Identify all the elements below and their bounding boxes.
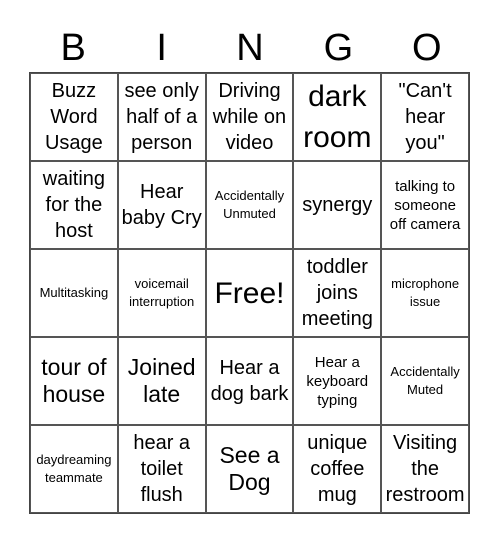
bingo-cell[interactable]: "Can't hear you" <box>381 73 469 161</box>
bingo-cell-label: waiting for the host <box>42 168 106 242</box>
bingo-cell[interactable]: tour of house <box>30 337 118 425</box>
bingo-cell[interactable]: talking to someone off camera <box>381 161 469 249</box>
bingo-cell[interactable]: toddler joins meeting <box>293 249 382 337</box>
bingo-cell[interactable]: Joined late <box>117 337 206 425</box>
bingo-cell-label: "Can't hear you" <box>398 80 452 154</box>
bingo-cell-label: Hear a dog bark <box>210 357 289 405</box>
bingo-grid: Buzz Word Usage see only half of a person… <box>29 72 470 514</box>
bingo-cell-label: daydreaming teammate <box>36 452 112 485</box>
bingo-cell-label: unique coffee mug <box>307 432 368 506</box>
bingo-cell[interactable]: See a Dog <box>205 425 294 513</box>
bingo-cell-label: Hear baby Cry <box>121 181 202 229</box>
bingo-cell[interactable]: daydreaming teammate <box>30 425 118 513</box>
header-letter-i: I <box>156 27 167 69</box>
bingo-cell-label: microphone issue <box>391 276 460 309</box>
bingo-cell-label: talking to someone off camera <box>389 177 461 233</box>
bingo-cell[interactable]: see only half of a person <box>117 73 206 161</box>
bingo-cell-label: Visiting the restroom <box>385 432 465 506</box>
bingo-cell-label: hear a toilet flush <box>133 432 191 506</box>
bingo-cell[interactable]: microphone issue <box>381 249 469 337</box>
bingo-cell[interactable]: Accidentally Muted <box>381 337 469 425</box>
bingo-cell[interactable]: Driving while on video <box>205 73 294 161</box>
bingo-cell-label: toddler joins meeting <box>301 256 373 330</box>
bingo-cell-label: tour of house <box>41 354 107 407</box>
bingo-cell[interactable]: Accidentally Unmuted <box>205 161 294 249</box>
bingo-cell[interactable]: Hear a dog bark <box>205 337 294 425</box>
bingo-cell[interactable]: voicemail interruption <box>117 249 206 337</box>
bingo-cell-label: dark room <box>303 80 372 154</box>
bingo-cell[interactable]: Multitasking <box>30 249 118 337</box>
bingo-cell-label: Buzz Word Usage <box>44 80 103 154</box>
bingo-cell[interactable]: Buzz Word Usage <box>30 73 118 161</box>
bingo-cell[interactable]: synergy <box>293 161 382 249</box>
bingo-header: B I N G O <box>29 24 471 72</box>
header-letter-b: B <box>60 27 86 69</box>
bingo-cell-label: synergy <box>302 194 373 216</box>
bingo-cell[interactable]: hear a toilet flush <box>117 425 206 513</box>
bingo-cell[interactable]: waiting for the host <box>30 161 118 249</box>
bingo-cell[interactable]: Visiting the restroom <box>381 425 469 513</box>
bingo-cell-free[interactable]: Free! <box>205 249 294 337</box>
header-letter-n: N <box>236 27 264 69</box>
bingo-cell-label: Accidentally Muted <box>390 364 460 397</box>
bingo-cell-label: Driving while on video <box>212 80 287 154</box>
bingo-cell-label: voicemail interruption <box>129 276 195 309</box>
bingo-cell[interactable]: Hear baby Cry <box>117 161 206 249</box>
bingo-cell-label: Hear a keyboard typing <box>306 353 369 409</box>
bingo-cell[interactable]: Hear a keyboard typing <box>293 337 382 425</box>
bingo-cell-label: Accidentally Unmuted <box>214 188 285 221</box>
header-letter-g: G <box>323 27 354 69</box>
bingo-cell-label: see only half of a person <box>124 80 199 154</box>
bingo-cell-label: See a Dog <box>219 442 280 495</box>
bingo-cell-label: Joined late <box>127 354 196 407</box>
bingo-cell-label: Multitasking <box>39 285 109 300</box>
bingo-cell[interactable]: dark room <box>293 73 382 161</box>
header-letter-o: O <box>412 27 442 69</box>
bingo-cell-label: Free! <box>214 276 285 310</box>
bingo-cell[interactable]: unique coffee mug <box>293 425 382 513</box>
